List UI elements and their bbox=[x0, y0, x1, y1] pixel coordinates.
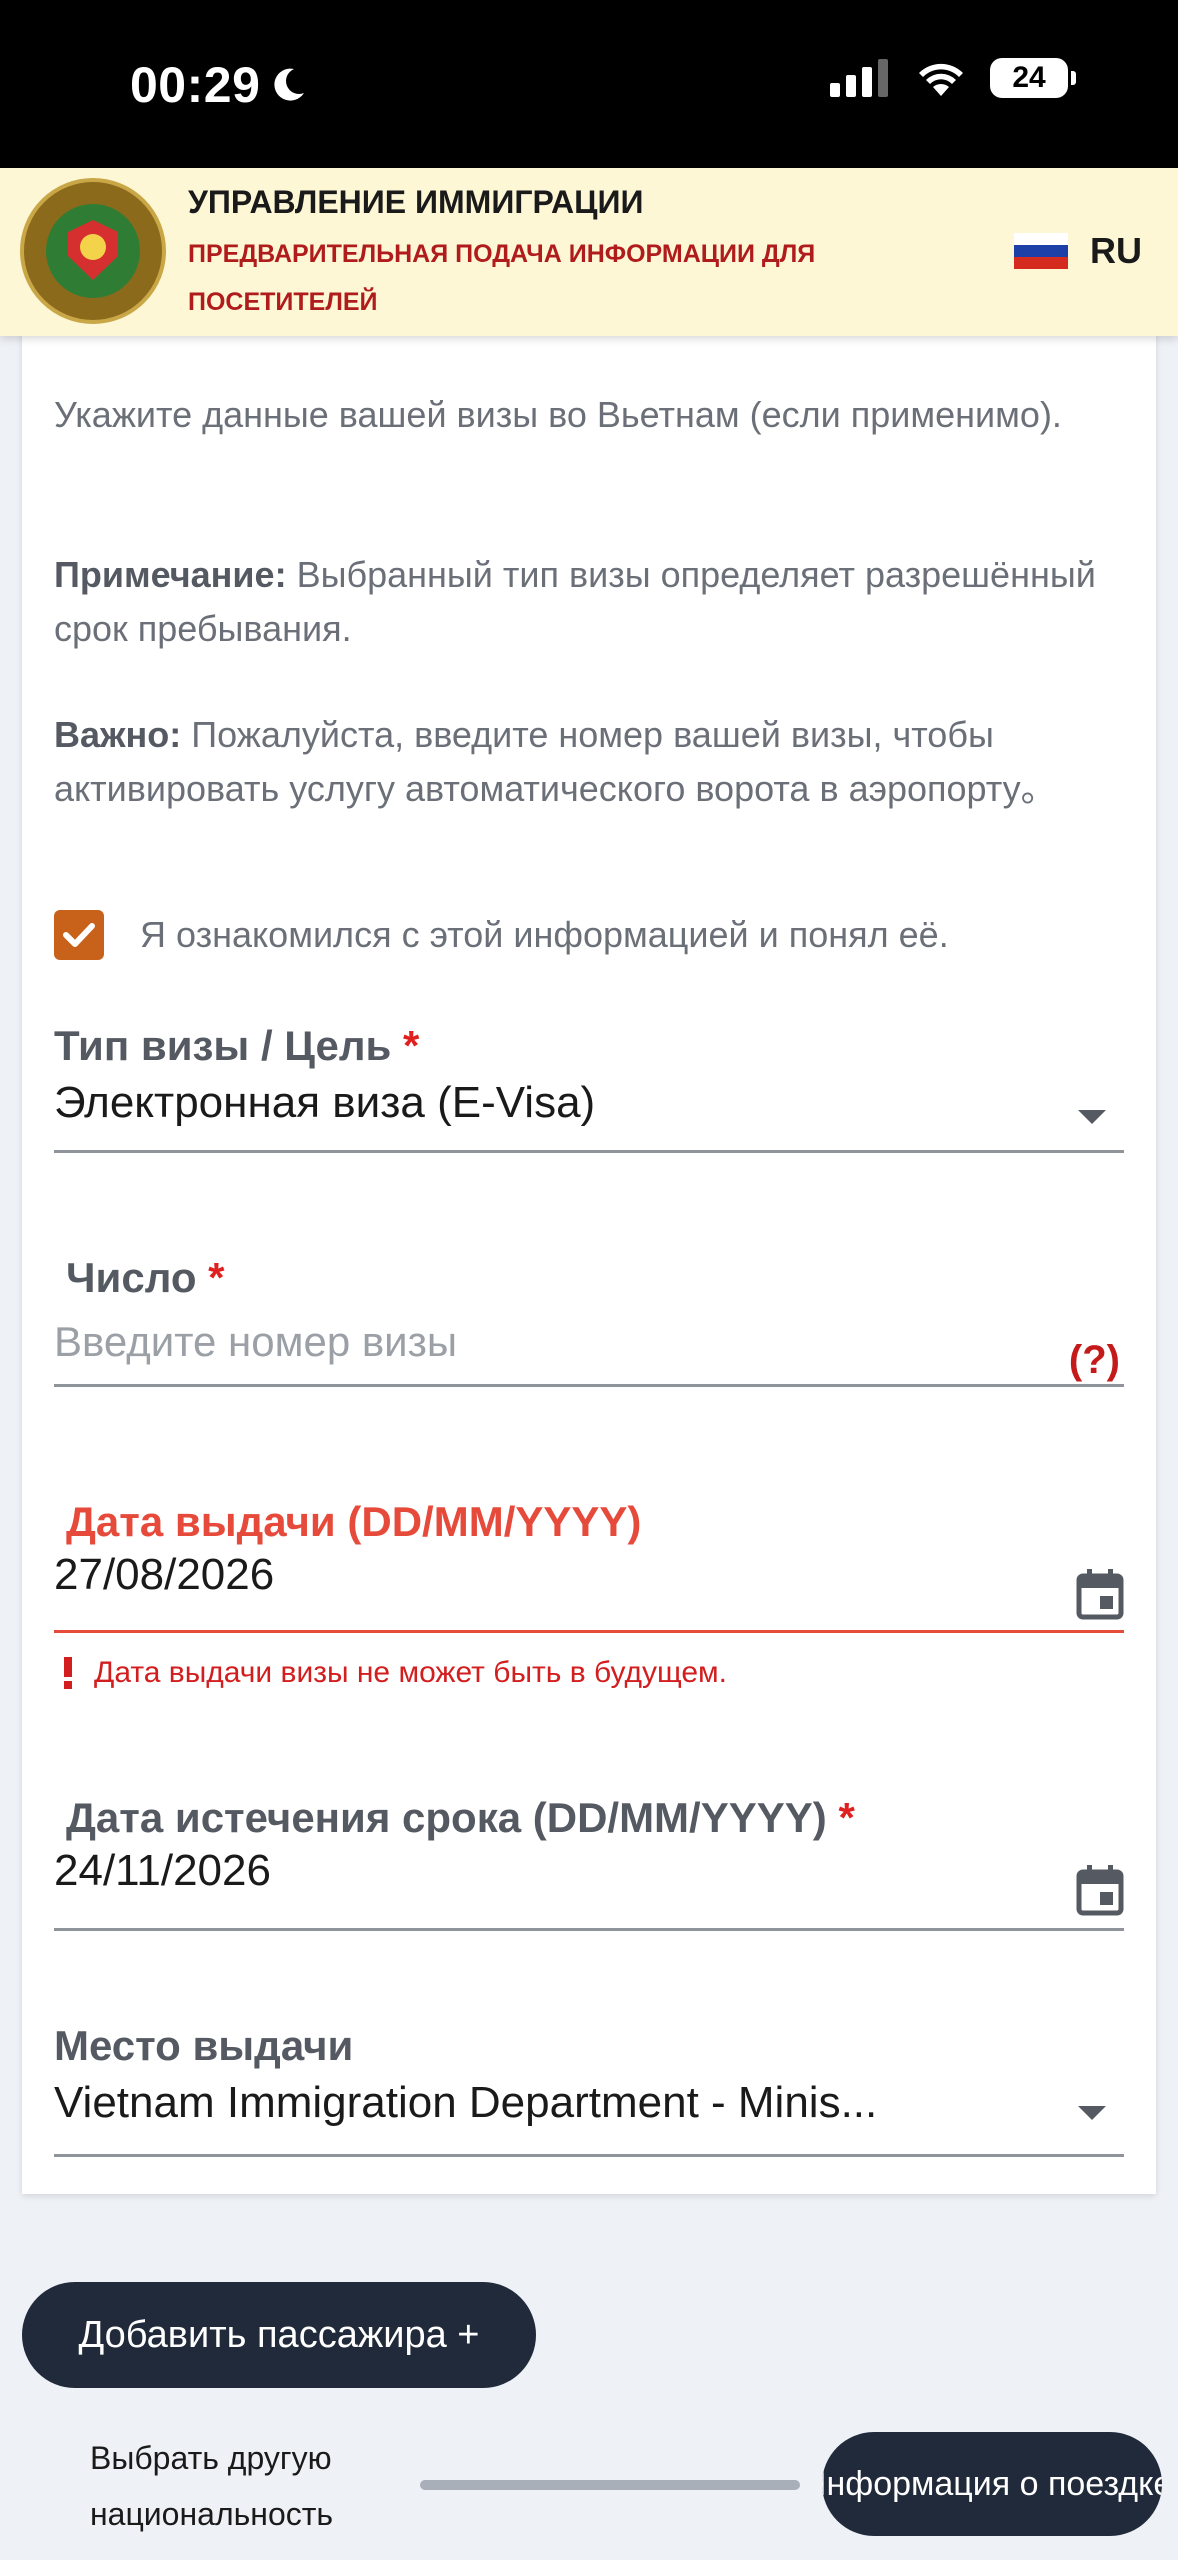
battery-icon: 24 bbox=[990, 58, 1076, 98]
header-title: УПРАВЛЕНИЕ ИММИГРАЦИИ bbox=[188, 184, 644, 220]
error-icon bbox=[64, 1657, 72, 1689]
acknowledge-row[interactable]: Я ознакомился с этой информацией и понял… bbox=[54, 910, 949, 960]
issue-date-error: Дата выдачи визы не может быть в будущем… bbox=[62, 1656, 727, 1690]
expiry-date-field[interactable]: Дата истечения срока (DD/MM/YYYY) * 24/1… bbox=[54, 1794, 1124, 1954]
language-selector[interactable]: RU bbox=[1014, 230, 1142, 272]
status-time: 00:29 bbox=[130, 56, 308, 114]
trip-info-button[interactable]: Информация о поездке bbox=[822, 2432, 1162, 2536]
field-underline bbox=[54, 1384, 1124, 1387]
trip-info-label: Информация о поездке bbox=[822, 2464, 1162, 2503]
required-marker: * bbox=[403, 1022, 420, 1069]
visa-intro-text: Укажите данные вашей визы во Вьетнам (ес… bbox=[54, 394, 1062, 435]
russia-flag-icon bbox=[1014, 233, 1068, 269]
language-code: RU bbox=[1090, 230, 1142, 271]
app-header: УПРАВЛЕНИЕ ИММИГРАЦИИ ПРЕДВАРИТЕЛЬНАЯ ПО… bbox=[0, 168, 1178, 336]
visa-type-label: Тип визы / Цель bbox=[54, 1022, 392, 1069]
expiry-date-label: Дата истечения срока (DD/MM/YYYY) bbox=[66, 1794, 827, 1841]
status-bar: 00:29 24 bbox=[0, 0, 1178, 168]
field-underline bbox=[54, 2154, 1124, 2157]
chevron-down-icon bbox=[1078, 2106, 1106, 2120]
required-marker: * bbox=[208, 1254, 225, 1301]
visa-number-help-button[interactable]: (?) bbox=[1069, 1338, 1120, 1383]
add-passenger-button[interactable]: Добавить пассажира + bbox=[22, 2282, 536, 2388]
wifi-icon bbox=[919, 63, 963, 96]
place-of-issue-value: Vietnam Immigration Department - Minis..… bbox=[54, 2078, 878, 2127]
visa-type-select[interactable]: Тип визы / Цель * Электронная виза (E-Vi… bbox=[54, 1022, 1124, 1172]
place-of-issue-select[interactable]: Место выдачи Vietnam Immigration Departm… bbox=[54, 2022, 1124, 2162]
field-underline bbox=[54, 1150, 1124, 1153]
issue-date-input[interactable]: 27/08/2026 bbox=[54, 1550, 1124, 1600]
calendar-icon[interactable] bbox=[1076, 1568, 1124, 1620]
visa-type-value: Электронная виза (E-Visa) bbox=[54, 1078, 596, 1127]
immigration-emblem-logo bbox=[20, 178, 166, 324]
checkmark-icon bbox=[63, 923, 95, 947]
visa-number-label: Число bbox=[66, 1254, 197, 1301]
header-subtitle: ПРЕДВАРИТЕЛЬНАЯ ПОДАЧА ИНФОРМАЦИИ ДЛЯ ПО… bbox=[188, 240, 816, 316]
moon-icon bbox=[274, 68, 305, 101]
visa-important-text: Важно: Пожалуйста, введите номер вашей в… bbox=[54, 714, 1057, 809]
place-of-issue-label: Место выдачи bbox=[54, 2022, 354, 2069]
status-icons: 24 bbox=[830, 58, 1076, 98]
issue-date-field[interactable]: Дата выдачи (DD/MM/YYYY) 27/08/2026 Дата… bbox=[54, 1498, 1124, 1698]
scroll-indicator bbox=[420, 2480, 800, 2490]
field-underline bbox=[54, 1928, 1124, 1931]
calendar-icon[interactable] bbox=[1076, 1864, 1124, 1916]
visa-note-text: Примечание: Выбранный тип визы определяе… bbox=[54, 554, 1096, 649]
issue-date-label: Дата выдачи (DD/MM/YYYY) bbox=[66, 1498, 642, 1545]
chevron-down-icon bbox=[1078, 1110, 1106, 1124]
visa-number-field[interactable]: Число * Введите номер визы (?) bbox=[54, 1254, 1124, 1414]
field-underline-error bbox=[54, 1630, 1124, 1633]
acknowledge-label: Я ознакомился с этой информацией и понял… bbox=[140, 914, 949, 955]
acknowledge-checkbox[interactable] bbox=[54, 910, 104, 960]
visa-number-input[interactable]: Введите номер визы bbox=[54, 1318, 1124, 1366]
choose-nationality-link[interactable]: Выбрать другую национальность bbox=[90, 2430, 390, 2542]
required-marker: * bbox=[838, 1794, 855, 1841]
expiry-date-input[interactable]: 24/11/2026 bbox=[54, 1846, 1124, 1896]
visa-info-card: Укажите данные вашей визы во Вьетнам (ес… bbox=[22, 290, 1156, 2194]
cellular-signal-icon bbox=[830, 59, 888, 97]
